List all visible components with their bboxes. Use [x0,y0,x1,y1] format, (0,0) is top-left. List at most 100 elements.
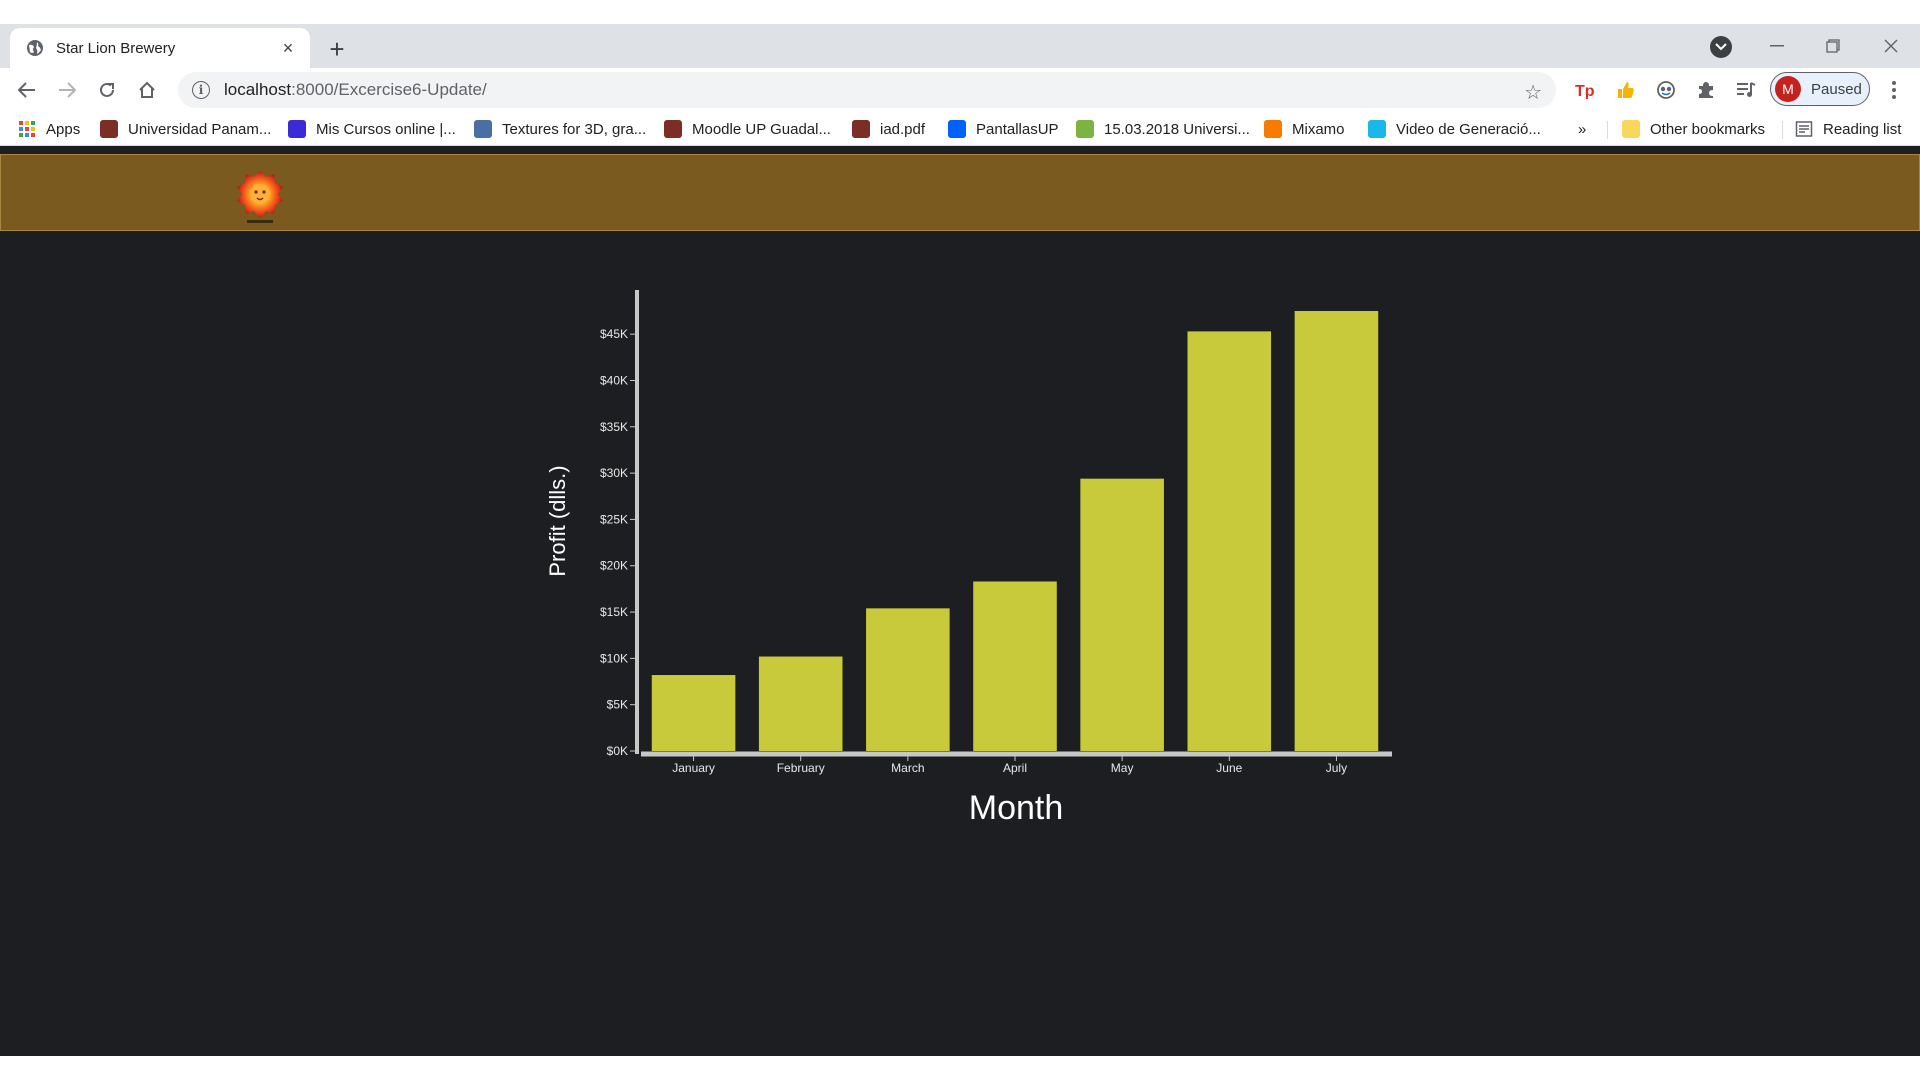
y-tick-label: $40K [600,373,628,387]
window-top-strip [0,0,1920,24]
folder-icon [1622,120,1640,138]
bar-july[interactable] [1294,311,1379,751]
bookmark-item[interactable]: PantallasUP [948,117,1059,141]
bookmark-label: Textures for 3D, gra... [502,120,647,138]
bars [651,311,1379,751]
apps-grid-icon [18,120,36,138]
media-queue-icon[interactable] [1734,78,1758,102]
shield-crest-icon [100,120,118,138]
bookmark-item[interactable]: Mixamo [1264,117,1345,141]
y-tick-label: $30K [600,466,628,480]
home-icon[interactable] [132,75,162,105]
profile-status: Paused [1811,80,1862,98]
bookmark-separator [1782,121,1783,139]
reading-list[interactable]: Reading list [1795,117,1901,141]
profile-button[interactable]: M Paused [1770,72,1870,106]
url-host: localhost [224,80,292,99]
forward-arrow-icon[interactable] [52,75,82,105]
x-tick-label: March [891,761,924,775]
bookmark-item[interactable]: iad.pdf [852,117,925,141]
x-tick-label: June [1216,761,1242,775]
overflow-chevron-icon: » [1578,120,1587,138]
more-menu-icon[interactable] [1884,78,1904,102]
bookmark-separator [1607,121,1608,139]
page-content: $0K $5K $10K $15K $20K $25K $30K $35K $40K $45K J… [0,146,1920,1056]
y-tick-label: $15K [600,605,628,619]
close-tab-icon[interactable]: × [278,38,298,58]
shield-crest-icon [852,120,870,138]
bar-march[interactable] [866,608,950,751]
thumbs-up-extension-icon[interactable] [1614,78,1638,102]
y-axis-title: Profit (dlls.) [545,465,570,576]
other-bookmarks[interactable]: Other bookmarks [1622,117,1765,141]
bookmark-label: Moodle UP Guadal... [692,120,831,138]
y-tick-label: $10K [600,651,628,665]
eyes-extension-icon[interactable] [1654,78,1678,102]
bookmark-item[interactable]: Universidad Panam... [100,117,271,141]
bookmark-item[interactable]: Mis Cursos online |... [288,117,456,141]
bookmark-label: iad.pdf [880,120,926,138]
x-tick-label: April [1003,761,1027,775]
cube-icon [474,120,492,138]
bar-january[interactable] [651,675,736,751]
profit-bar-chart: $0K $5K $10K $15K $20K $25K $30K $35K $40K $45K J… [545,290,1392,826]
mixamo-icon [1264,120,1282,138]
bookmark-item[interactable]: Moodle UP Guadal... [664,117,831,141]
course-logo-icon [288,120,306,138]
y-tick-label: $0K [607,744,628,758]
x-axis-title: Month [969,789,1064,826]
bookmarks-overflow-button[interactable]: » [1578,117,1586,141]
tab-title: Star Lion Brewery [56,39,176,57]
globe-icon [27,40,43,56]
tp-extension-icon[interactable]: Tp [1574,78,1598,102]
restore-icon[interactable] [1818,32,1848,60]
bookmark-item[interactable]: 15.03.2018 Universi... [1076,117,1250,141]
bookmark-item[interactable]: Apps [18,117,80,141]
bar-february[interactable] [758,656,843,751]
puzzle-extensions-icon[interactable] [1694,78,1718,102]
y-tick-label: $20K [600,559,628,573]
shield-crest-icon [664,120,682,138]
vimeo-icon [1368,120,1386,138]
address-bar[interactable]: i localhost:8000/Excercise6-Update/ ☆ [178,72,1556,108]
url-path: :8000/Excercise6-Update/ [291,80,487,99]
bookmarks-bar: Apps Universidad Panam... Mis Cursos onlin… [0,112,1920,146]
bookmark-label: Mis Cursos online |... [316,120,456,138]
tab-star-lion-brewery[interactable]: Star Lion Brewery × [10,28,310,68]
y-tick-label: $25K [600,512,628,526]
bookmark-star-icon[interactable]: ☆ [1524,80,1542,105]
x-tick-label: February [777,761,825,775]
new-tab-button[interactable]: + [322,34,352,64]
tab-search-icon[interactable] [1710,36,1732,58]
bar-april[interactable] [973,581,1057,751]
bookmark-label: Universidad Panam... [128,120,272,138]
svg-text:Tp: Tp [1575,83,1595,99]
x-tick-label: May [1111,761,1134,775]
x-tick-label: January [672,761,715,775]
star-lion-logo[interactable] [233,163,287,225]
avatar: M [1775,76,1801,102]
bar-june[interactable] [1187,331,1272,751]
site-info-icon[interactable]: i [192,81,210,99]
other-bookmarks-label: Other bookmarks [1650,120,1766,138]
x-tick-label: July [1326,761,1347,775]
y-tick-label: $45K [600,327,628,341]
bookmark-item[interactable]: Video de Generació... [1368,117,1541,141]
y-tick-label: $35K [600,420,628,434]
tab-bar: Star Lion Brewery × + [0,24,1920,68]
reload-icon[interactable] [92,75,122,105]
back-arrow-icon[interactable] [12,75,42,105]
window-bottom-strip [0,1056,1920,1080]
smile-icon [1076,120,1094,138]
bar-may[interactable] [1080,478,1164,751]
bookmark-label: PantallasUP [976,120,1059,138]
browser-toolbar: i localhost:8000/Excercise6-Update/ ☆ Tp… [0,68,1920,112]
minimize-icon[interactable] [1762,32,1792,60]
bookmark-label: 15.03.2018 Universi... [1104,120,1250,138]
dropbox-icon [948,120,966,138]
x-axis: January February March April May June July [641,751,1392,775]
close-window-icon[interactable] [1876,32,1906,60]
site-header [0,154,1920,231]
bookmark-item[interactable]: Textures for 3D, gra... [474,117,646,141]
bookmark-label: Mixamo [1292,120,1345,138]
